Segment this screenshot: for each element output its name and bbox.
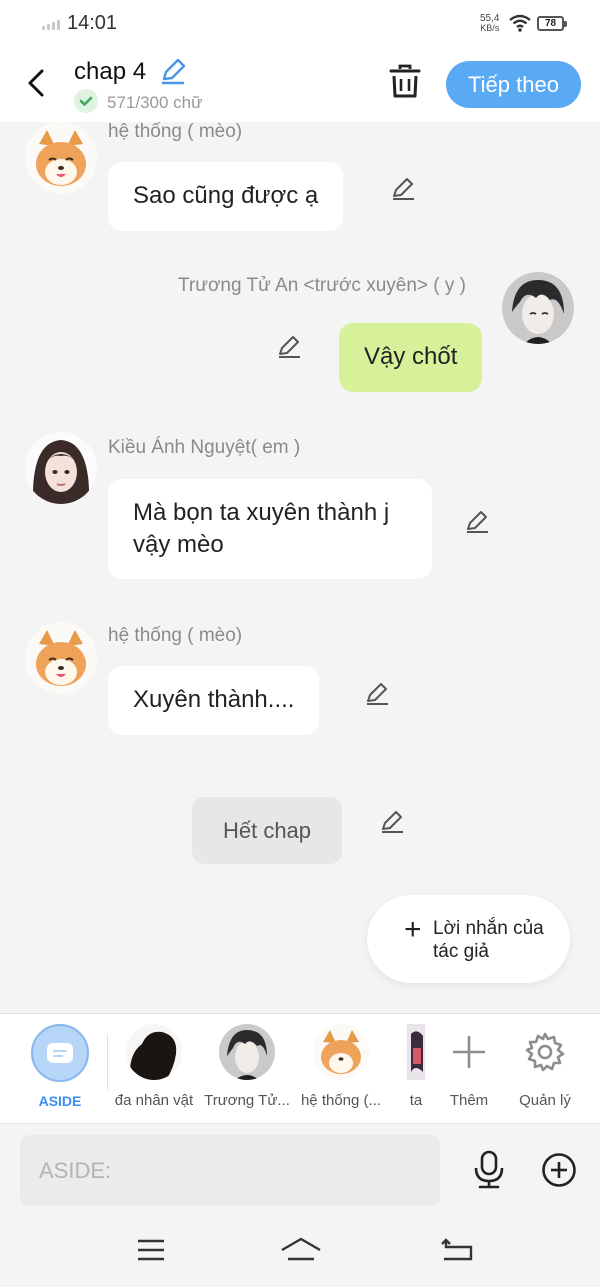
back-arrow-icon[interactable]	[22, 66, 52, 100]
message-text: Xuyên thành....	[133, 686, 295, 713]
gear-icon	[525, 1032, 565, 1072]
avatar-cat	[25, 622, 97, 694]
sender-name: Trương Tử An <trước xuyên> ( y )	[178, 275, 466, 296]
edit-message-icon[interactable]	[276, 333, 302, 359]
character-avatar	[219, 1024, 275, 1080]
edit-message-icon[interactable]	[364, 680, 390, 706]
manage-label: Quản lý	[519, 1092, 571, 1109]
plus-icon: +	[404, 913, 422, 946]
edit-title-icon[interactable]	[158, 56, 188, 86]
aside-icon	[31, 1024, 89, 1082]
message-bubble[interactable]: Sao cũng được ạ	[108, 162, 344, 231]
end-chapter-bubble[interactable]: Hết chap	[192, 797, 342, 864]
next-button[interactable]: Tiếp theo	[446, 61, 581, 108]
character-multi[interactable]: đa nhân vật	[109, 1024, 199, 1109]
signal-icon	[42, 20, 60, 30]
message-bubble[interactable]: Vậy chốt	[339, 323, 483, 392]
battery-icon: 78	[537, 16, 567, 31]
word-count: 571/300 chữ	[107, 93, 203, 112]
back-nav-icon[interactable]	[440, 1237, 474, 1263]
edit-message-icon[interactable]	[390, 175, 416, 201]
network-speed: 55,4 KB/s	[480, 14, 499, 33]
header: chap 4 571/300 chữ Tiếp theo	[0, 48, 600, 122]
message-text: Mà bọn ta xuyên thành j vậy mèo	[133, 499, 390, 558]
wifi-icon	[509, 14, 531, 32]
character-avatar	[313, 1024, 369, 1080]
message-bubble[interactable]: Mà bọn ta xuyên thành j vậy mèo	[108, 479, 432, 579]
avatar-truong-tu-an	[502, 272, 574, 344]
check-icon	[74, 89, 98, 113]
sender-name: hệ thống ( mèo)	[108, 625, 243, 646]
character-he-thong[interactable]: hệ thống (...	[296, 1024, 386, 1109]
silhouette-avatar	[126, 1024, 182, 1080]
message-text: Sao cũng được ạ	[133, 182, 319, 209]
message-bubble[interactable]: Xuyên thành....	[108, 666, 320, 735]
edit-message-icon[interactable]	[464, 508, 490, 534]
message-text: Vậy chốt	[364, 343, 458, 370]
character-bar: ASIDE đa nhân vật Trương Tử... hệ thống …	[0, 1013, 600, 1123]
edit-message-icon[interactable]	[379, 808, 405, 834]
message-input[interactable]	[20, 1135, 440, 1206]
menu-icon[interactable]	[136, 1237, 166, 1263]
author-note-label: Lời nhắn của tác giả	[433, 918, 544, 962]
aside-label: ASIDE	[38, 1093, 82, 1109]
microphone-icon[interactable]	[472, 1150, 506, 1190]
manage-characters-button[interactable]: Quản lý	[500, 1024, 590, 1109]
home-icon[interactable]	[280, 1237, 322, 1263]
character-aside[interactable]: ASIDE	[15, 1024, 105, 1109]
character-label: Trương Tử...	[204, 1092, 290, 1109]
author-note-button[interactable]: + Lời nhắn của tác giả	[367, 895, 570, 983]
trash-icon[interactable]	[388, 63, 422, 103]
avatar-kieu-anh-nguyet	[25, 432, 97, 504]
sender-name: hệ thống ( mèo)	[108, 121, 243, 142]
network-speed-unit: KB/s	[480, 23, 500, 33]
input-area	[0, 1123, 600, 1213]
character-label: đa nhân vật	[114, 1092, 194, 1109]
character-truong-tu-an[interactable]: Trương Tử...	[202, 1024, 292, 1109]
plus-icon	[453, 1036, 485, 1068]
status-time: 14:01	[67, 12, 118, 34]
character-label: hệ thống (...	[300, 1092, 382, 1109]
divider	[107, 1034, 108, 1090]
status-bar: 14:01 55,4 KB/s 78	[0, 0, 600, 48]
chapter-title: chap 4	[74, 58, 147, 85]
add-circle-icon[interactable]	[541, 1152, 577, 1188]
character-avatar	[407, 1024, 425, 1080]
sender-name: Kiều Ánh Nguyệt( em )	[108, 437, 301, 458]
avatar-cat	[25, 122, 97, 194]
navigation-bar	[0, 1213, 600, 1287]
